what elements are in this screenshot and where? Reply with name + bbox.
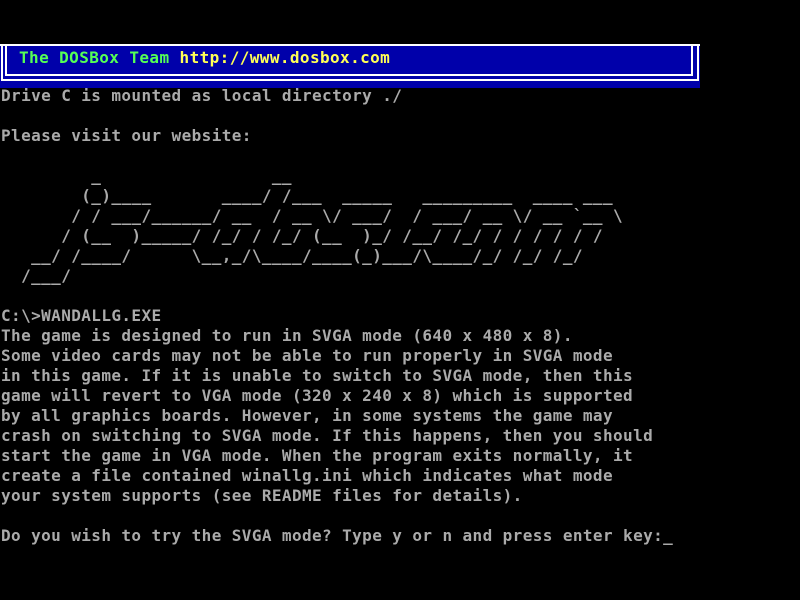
svga-question-text: Do you wish to try the SVGA mode? Type y… bbox=[1, 526, 663, 545]
banner-url-link[interactable]: http://www.dosbox.com bbox=[180, 48, 391, 67]
banner-team-label: The DOSBox Team bbox=[19, 48, 180, 67]
command-prompt-line: C:\>WANDALLG.EXE bbox=[1, 306, 162, 326]
info-line: in this game. If it is unable to switch … bbox=[1, 366, 633, 386]
banner-border-bottom-inner bbox=[5, 74, 693, 76]
jsdos-ascii-logo: _ __ (_)____ ____/ /___ _____ _________ … bbox=[1, 166, 623, 286]
mount-status-line: Drive C is mounted as local directory ./ bbox=[1, 86, 402, 106]
text-cursor[interactable]: _ bbox=[663, 526, 673, 545]
info-line: crash on switching to SVGA mode. If this… bbox=[1, 426, 653, 446]
info-line: Some video cards may not be able to run … bbox=[1, 346, 613, 366]
banner-border-bottom-outer bbox=[1, 79, 699, 81]
banner-border-right-inner bbox=[691, 46, 693, 76]
info-line: create a file contained winallg.ini whic… bbox=[1, 466, 613, 486]
banner-text: The DOSBox Team http://www.dosbox.com bbox=[19, 48, 390, 68]
banner-border-right-outer bbox=[697, 44, 699, 81]
banner-border-left-outer bbox=[1, 44, 3, 81]
website-prompt-line: Please visit our website: bbox=[1, 126, 252, 146]
banner-border-left-inner bbox=[5, 46, 7, 76]
dosbox-terminal-screen[interactable]: The DOSBox Team http://www.dosbox.com Dr… bbox=[0, 0, 800, 600]
banner-border-top bbox=[0, 44, 700, 46]
dosbox-banner: The DOSBox Team http://www.dosbox.com bbox=[0, 44, 700, 88]
info-line: by all graphics boards. However, in some… bbox=[1, 406, 613, 426]
info-line: start the game in VGA mode. When the pro… bbox=[1, 446, 633, 466]
info-line: The game is designed to run in SVGA mode… bbox=[1, 326, 573, 346]
svga-question-line[interactable]: Do you wish to try the SVGA mode? Type y… bbox=[1, 526, 673, 546]
info-line: your system supports (see README files f… bbox=[1, 486, 523, 506]
info-line: game will revert to VGA mode (320 x 240 … bbox=[1, 386, 633, 406]
